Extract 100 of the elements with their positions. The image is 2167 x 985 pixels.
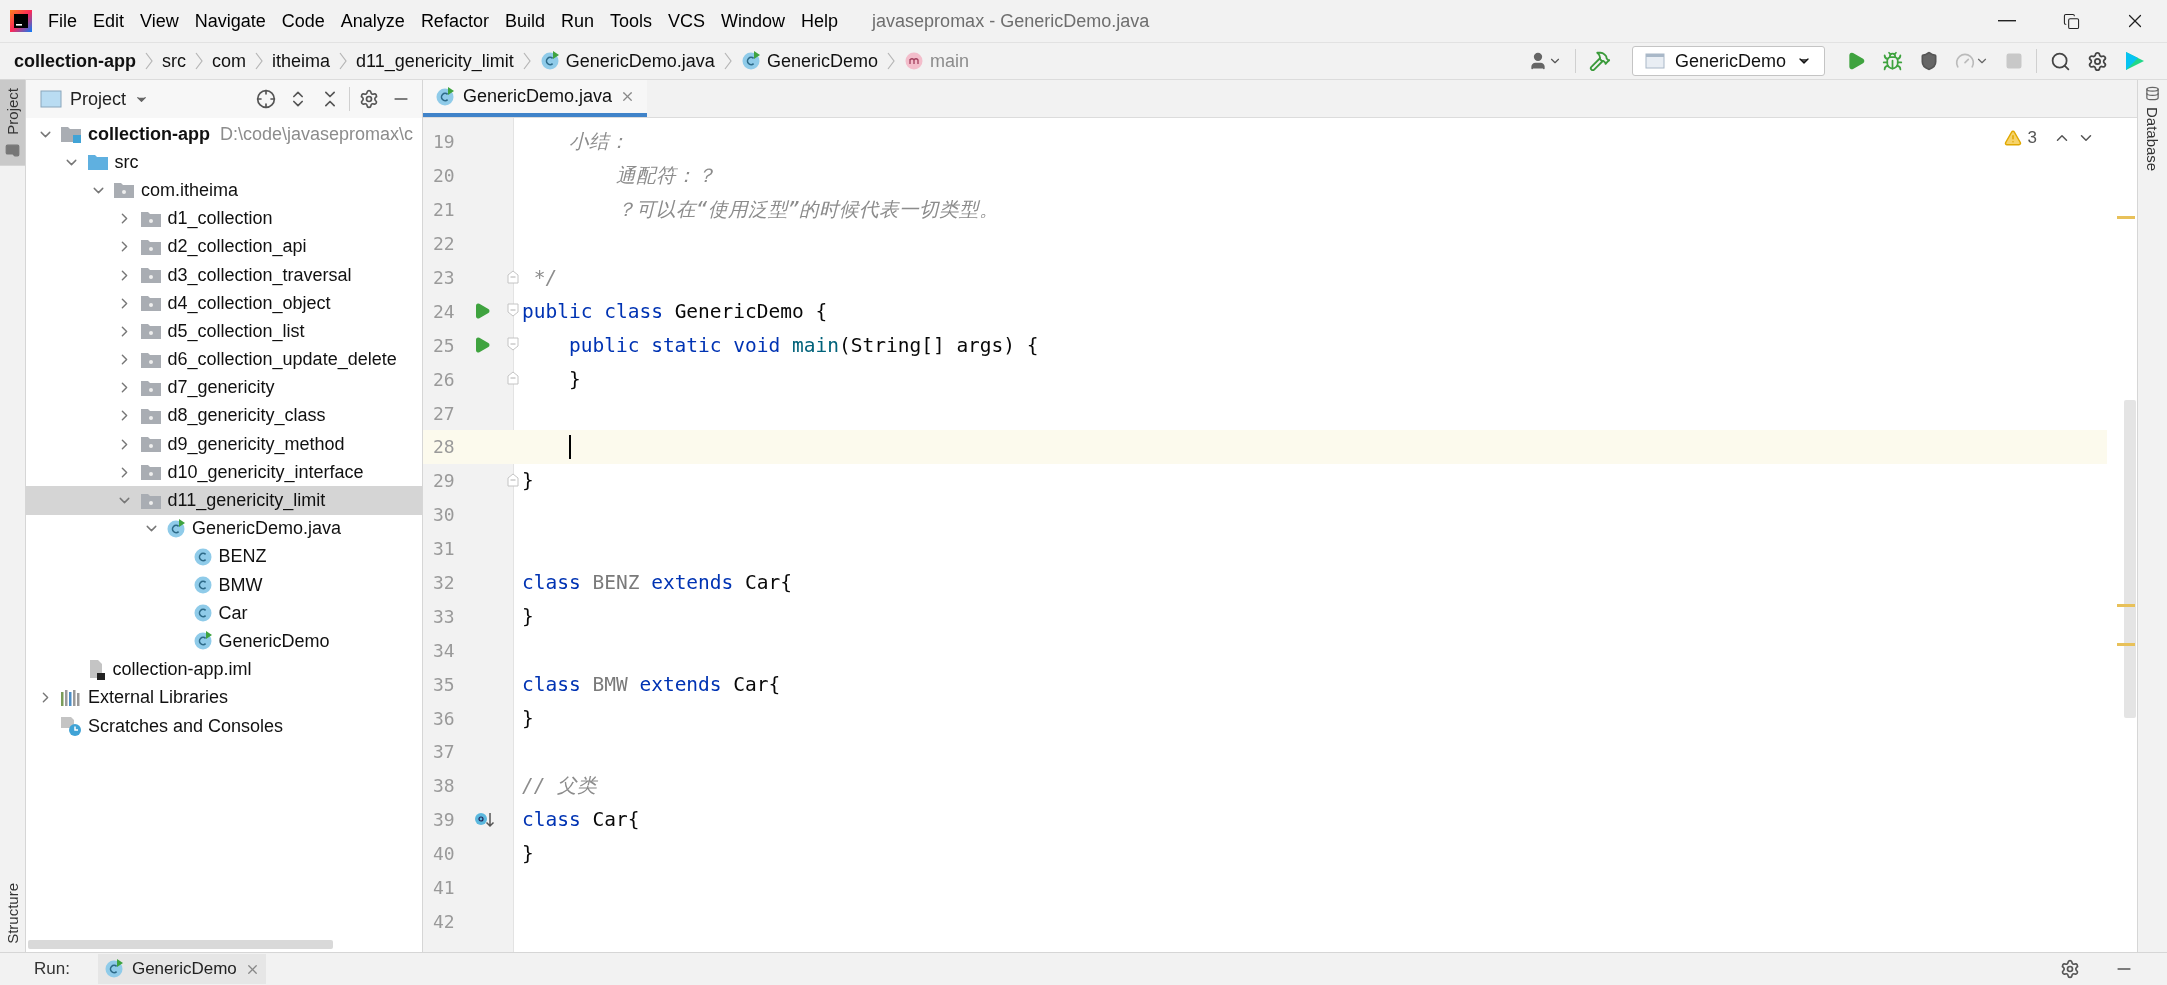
- library-icon: [60, 688, 82, 707]
- menu-item[interactable]: Help: [793, 4, 847, 38]
- run-icon[interactable]: [473, 336, 491, 355]
- tree-item[interactable]: BMW: [26, 571, 422, 600]
- tree-item[interactable]: Car: [26, 599, 422, 628]
- breadcrumb[interactable]: GenericDemo.java: [537, 50, 717, 72]
- line-number: 30: [432, 504, 456, 526]
- tree-item[interactable]: d8_genericity_class: [26, 401, 422, 431]
- menu-item[interactable]: File: [40, 4, 85, 38]
- app-logo-icon: [10, 10, 32, 32]
- menu-item[interactable]: VCS: [660, 4, 713, 38]
- code-text: }: [522, 842, 534, 866]
- code-text: 小结：: [567, 129, 629, 156]
- tree-item[interactable]: d4_collection_object: [26, 289, 422, 318]
- warning-count: 3: [2027, 128, 2037, 148]
- code-text: }: [522, 469, 534, 493]
- scrollbar-thumb[interactable]: [28, 939, 333, 949]
- tool-window-tab[interactable]: Structure: [0, 875, 25, 952]
- menu-item[interactable]: Refactor: [412, 4, 497, 38]
- tree-item[interactable]: Scratches and Consoles: [26, 711, 422, 741]
- line-number: 25: [432, 334, 456, 356]
- panel-title: Run:: [34, 959, 70, 979]
- tree-item[interactable]: d1_collection: [26, 204, 422, 233]
- code-text: Car{: [744, 571, 793, 594]
- menu-item[interactable]: Build: [496, 4, 553, 38]
- tree-item[interactable]: collection-app D:\code\javasepromax\c: [26, 120, 422, 149]
- fold-marker-icon[interactable]: [507, 472, 519, 487]
- code-text: */: [532, 266, 558, 289]
- fold-marker-icon[interactable]: [507, 303, 519, 318]
- tool-window-tab[interactable]: Project: [0, 80, 25, 166]
- tree-item[interactable]: d6_collection_update_delete: [26, 345, 422, 374]
- tool-window-tab[interactable]: Database: [2138, 80, 2167, 178]
- line-number: 20: [432, 165, 456, 187]
- code-text: extends: [638, 672, 722, 696]
- line-number: 41: [432, 877, 456, 899]
- tree-item[interactable]: d9_genericity_method: [26, 430, 422, 459]
- line-number: 39: [432, 809, 456, 831]
- breadcrumb[interactable]: src: [160, 50, 188, 72]
- code-text: }: [567, 367, 581, 391]
- module-folder-icon: [60, 125, 82, 144]
- tree-item[interactable]: GenericDemo.java: [26, 514, 422, 543]
- tree-item[interactable]: External Libraries: [26, 683, 422, 712]
- menu-item[interactable]: Code: [273, 4, 333, 38]
- code-text: class: [522, 808, 581, 832]
- menu-item[interactable]: Analyze: [332, 4, 413, 38]
- fold-marker-icon[interactable]: [507, 269, 519, 284]
- breadcrumb[interactable]: d11_genericity_limit: [354, 50, 516, 72]
- package-folder-icon: [139, 435, 162, 454]
- run-icon[interactable]: [473, 302, 491, 321]
- breadcrumb[interactable]: itheima: [270, 50, 333, 72]
- menu-item[interactable]: Tools: [601, 4, 660, 38]
- chevron-icon: [722, 51, 733, 71]
- menu-item[interactable]: Navigate: [186, 4, 274, 38]
- run-tab[interactable]: GenericDemo: [97, 954, 266, 984]
- fold-marker-icon[interactable]: [507, 371, 519, 386]
- line-number: 22: [432, 233, 456, 255]
- editor-tab[interactable]: GenericDemo.java: [423, 80, 648, 117]
- tree-item[interactable]: src: [26, 148, 422, 177]
- line-number: 31: [432, 538, 456, 560]
- tree-item[interactable]: com.itheima: [26, 176, 422, 205]
- fold-marker-icon[interactable]: [507, 337, 519, 352]
- code-text: class: [522, 571, 581, 594]
- tree-item[interactable]: d3_collection_traversal: [26, 260, 422, 290]
- scrollbar-thumb[interactable]: [2124, 400, 2136, 718]
- project-view-dropdown[interactable]: Project: [34, 87, 156, 111]
- package-folder-icon: [139, 209, 162, 228]
- code-text: public class: [522, 299, 663, 323]
- window-icon: [40, 90, 62, 108]
- method-icon: [903, 51, 924, 71]
- package-folder-icon: [139, 237, 162, 256]
- breadcrumb[interactable]: com: [210, 50, 249, 72]
- menu-item[interactable]: Window: [713, 4, 794, 38]
- breadcrumb[interactable]: collection-app: [12, 50, 138, 72]
- tree-item[interactable]: collection-app.iml: [26, 655, 422, 684]
- menu-item[interactable]: View: [132, 4, 187, 38]
- tree-item[interactable]: d5_collection_list: [26, 317, 422, 346]
- line-number: 28: [432, 436, 456, 458]
- package-folder-icon: [139, 406, 162, 425]
- tree-item[interactable]: d2_collection_api: [26, 232, 422, 261]
- tree-item[interactable]: d11_genericity_limit: [26, 486, 422, 515]
- line-number: 23: [432, 267, 456, 288]
- tree-item[interactable]: d10_genericity_interface: [26, 458, 422, 487]
- class-icon: [192, 575, 213, 596]
- package-folder-icon: [139, 294, 162, 313]
- window-title: javasepromax - GenericDemo.java: [872, 10, 1150, 32]
- line-number: 34: [432, 639, 456, 661]
- tree-item[interactable]: GenericDemo: [26, 627, 422, 656]
- menu-item[interactable]: Edit: [85, 4, 133, 38]
- code-text: ？可以在“使用泛型”的时候代表一切类型。: [614, 197, 1000, 224]
- breadcrumb[interactable]: GenericDemo: [738, 50, 880, 72]
- tree-item[interactable]: d7_genericity: [26, 373, 422, 402]
- source-folder-icon: [86, 153, 109, 172]
- chevron-icon: [254, 51, 265, 71]
- package-folder-icon: [139, 463, 162, 482]
- line-number: 24: [432, 300, 456, 322]
- tree-item[interactable]: BENZ: [26, 542, 422, 571]
- line-number: 36: [432, 707, 456, 729]
- menu-item[interactable]: Run: [552, 4, 602, 38]
- run-config-dropdown[interactable]: GenericDemo: [1631, 46, 1825, 76]
- line-number: 32: [432, 572, 456, 593]
